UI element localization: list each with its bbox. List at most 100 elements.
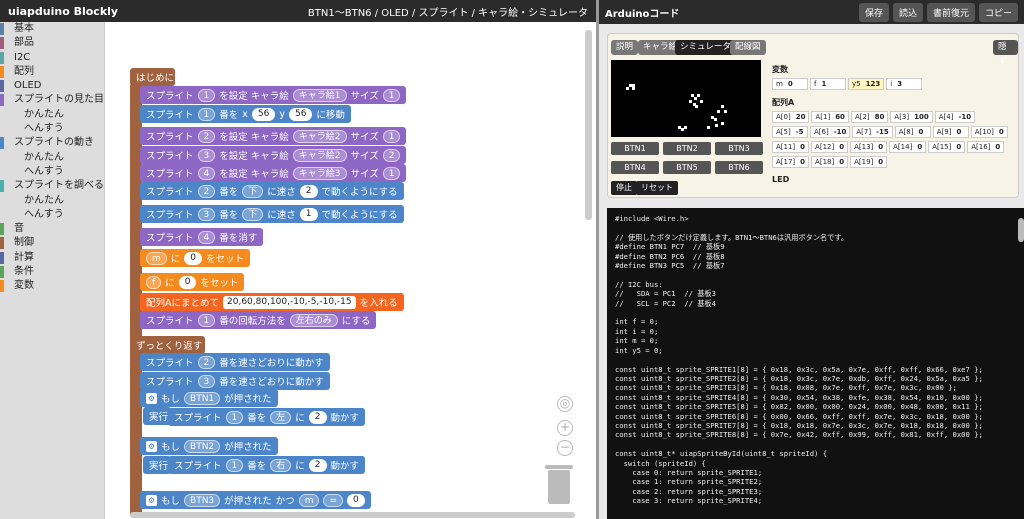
toolbox-category[interactable]: へんすう — [0, 165, 104, 179]
block-if1[interactable]: ⚙ もし BTN1 が押された — [140, 389, 278, 407]
block-dropdown[interactable]: キャラ絵3 — [292, 166, 347, 180]
mutator-gear-icon[interactable]: ⚙ — [146, 494, 157, 506]
sim-btn2[interactable]: BTN2 — [663, 142, 711, 155]
toolbox-category[interactable]: かんたん — [0, 108, 104, 122]
workspace-vertical-scrollbar[interactable] — [585, 30, 592, 220]
block-dropdown[interactable]: 右 — [270, 458, 292, 472]
block-b13[interactable]: スプライト 2 番を速さどおりに動かす — [140, 353, 330, 371]
toolbox-category[interactable]: へんすう — [0, 122, 104, 136]
workspace-horizontal-scrollbar[interactable] — [130, 512, 575, 518]
block-b4[interactable]: スプライト 3 を設定 キャラ絵 キャラ絵2 サイズ 2 — [140, 146, 407, 164]
save-button[interactable]: 保存 — [858, 2, 889, 22]
zoom-in-icon[interactable]: + — [557, 420, 573, 436]
recenter-icon[interactable]: ◎ — [557, 396, 573, 412]
trash-icon[interactable] — [545, 465, 573, 504]
block-dropdown[interactable]: 2 — [197, 355, 216, 369]
block-b9[interactable]: m に 0 をセット — [140, 249, 251, 267]
toolbox-category[interactable]: かんたん — [0, 194, 104, 208]
block-b3[interactable]: スプライト 2 を設定 キャラ絵 キャラ絵2 サイズ 1 — [140, 127, 407, 145]
block-b5[interactable]: スプライト 4 を設定 キャラ絵 キャラ絵3 サイズ 1 — [140, 164, 407, 182]
block-dropdown[interactable]: キャラ絵2 — [292, 129, 347, 143]
block-dropdown[interactable]: 1 — [197, 313, 216, 327]
block-dropdown[interactable]: 1 — [197, 107, 216, 121]
mutator-gear-icon[interactable]: ⚙ — [146, 392, 157, 404]
block-number-field[interactable]: 0 — [184, 251, 203, 265]
block-b1[interactable]: スプライト 1 を設定 キャラ絵 キャラ絵1 サイズ 1 — [140, 86, 407, 104]
block-number-field[interactable]: 56 — [251, 107, 276, 121]
block-then[interactable]: 実行 — [143, 456, 171, 474]
zoom-out-icon[interactable]: − — [557, 440, 573, 456]
toolbox-category[interactable]: へんすう — [0, 208, 104, 222]
restore-button[interactable]: 書前復元 — [926, 2, 975, 22]
block-dropdown[interactable]: 3 — [197, 207, 216, 221]
toolbox-category[interactable]: 計算 — [0, 251, 104, 265]
tab-description[interactable]: 説明 — [611, 40, 639, 55]
block-hajime[interactable]: はじめに — [130, 68, 175, 86]
block-b8[interactable]: スプライト 4 番を消す — [140, 228, 264, 246]
load-button[interactable]: 読込 — [892, 2, 923, 22]
block-dropdown[interactable]: 1 — [382, 129, 401, 143]
block-b14[interactable]: スプライト 3 番を速さどおりに動かす — [140, 372, 330, 390]
block-number-field[interactable]: 0 — [347, 493, 365, 507]
toolbox-category[interactable]: 部品 — [0, 36, 104, 50]
toolbox-category[interactable]: OLED — [0, 79, 104, 93]
block-dropdown[interactable]: 1 — [225, 458, 244, 472]
block-dropdown[interactable]: 2 — [197, 129, 216, 143]
toolbox-category[interactable]: 制御 — [0, 236, 104, 250]
block-dropdown[interactable]: 下 — [242, 207, 264, 221]
block-dropdown[interactable]: 2 — [197, 184, 216, 198]
block-b16[interactable]: スプライト 1 番を右に 2 動かす — [168, 456, 366, 474]
block-dropdown[interactable]: 左 — [270, 410, 292, 424]
block-dropdown[interactable]: 1 — [225, 410, 244, 424]
block-dropdown[interactable]: 3 — [197, 374, 216, 388]
block-b10[interactable]: f に 0 をセット — [140, 273, 245, 291]
block-text-field[interactable]: 20,60,80,100,-10,-5,-10,-15 — [223, 295, 356, 309]
block-number-field[interactable]: 56 — [288, 107, 313, 121]
toolbox-category[interactable]: I2C — [0, 51, 104, 65]
toolbox-category[interactable]: スプライトを調べる — [0, 179, 104, 193]
block-loop[interactable]: ずっとくり返す — [130, 336, 205, 354]
block-number-field[interactable]: 2 — [308, 410, 327, 424]
sim-btn4[interactable]: BTN4 — [611, 161, 659, 174]
block-dropdown[interactable]: 4 — [197, 166, 216, 180]
toolbox-category[interactable]: スプライトの動き — [0, 136, 104, 150]
sim-btn1[interactable]: BTN1 — [611, 142, 659, 155]
block-b12[interactable]: スプライト 1 番の回転方法を 左右のみ にする — [140, 311, 377, 329]
toolbox-category[interactable]: 基本 — [0, 22, 104, 36]
toolbox-category[interactable]: 条件 — [0, 265, 104, 279]
tab-simulator[interactable]: シミュレータ — [675, 40, 736, 55]
block-dropdown[interactable]: 1 — [382, 88, 401, 102]
block-dropdown[interactable]: 下 — [242, 184, 264, 198]
block-dropdown[interactable]: 左右のみ — [289, 313, 338, 327]
block-if3[interactable]: ⚙ もし BTN3 が押された かつ m = 0 — [140, 491, 371, 509]
copy-button[interactable]: コピー — [978, 2, 1018, 22]
tab-wiring[interactable]: 配線図 — [730, 40, 766, 55]
mutator-gear-icon[interactable]: ⚙ — [146, 440, 157, 452]
block-number-field[interactable]: 1 — [299, 207, 318, 221]
block-b7[interactable]: スプライト 3 番を下に速さ 1 で動くようにする — [140, 205, 404, 223]
block-dropdown[interactable]: 1 — [197, 88, 216, 102]
block-dropdown[interactable]: 1 — [382, 166, 401, 180]
block-number-field[interactable]: 2 — [308, 458, 327, 472]
toolbox-category[interactable]: 配列 — [0, 65, 104, 79]
sim-btn6[interactable]: BTN6 — [715, 161, 763, 174]
toolbox-category[interactable]: かんたん — [0, 151, 104, 165]
block-b11[interactable]: 配列Aにまとめて 20,60,80,100,-10,-5,-10,-15 を入れる — [140, 293, 404, 311]
reset-button[interactable]: リセット — [636, 181, 678, 195]
block-then[interactable]: 実行 — [143, 407, 171, 425]
block-dropdown[interactable]: 2 — [382, 148, 401, 162]
block-number-field[interactable]: 2 — [299, 184, 318, 198]
block-dropdown[interactable]: = — [323, 493, 344, 507]
toolbox-category[interactable]: スプライトの見た目 — [0, 93, 104, 107]
sim-btn3[interactable]: BTN3 — [715, 142, 763, 155]
stop-button[interactable]: 停止 — [611, 181, 637, 195]
toolbox-category[interactable]: 変数 — [0, 279, 104, 293]
block-dropdown[interactable]: f — [146, 275, 162, 289]
block-dropdown[interactable]: 4 — [197, 230, 216, 244]
toolbox-category[interactable]: 音 — [0, 222, 104, 236]
block-dropdown[interactable]: m — [298, 493, 320, 507]
sim-btn5[interactable]: BTN5 — [663, 161, 711, 174]
block-dropdown[interactable]: 3 — [197, 148, 216, 162]
block-dropdown[interactable]: キャラ絵2 — [292, 148, 347, 162]
block-dropdown[interactable]: BTN2 — [184, 439, 221, 453]
